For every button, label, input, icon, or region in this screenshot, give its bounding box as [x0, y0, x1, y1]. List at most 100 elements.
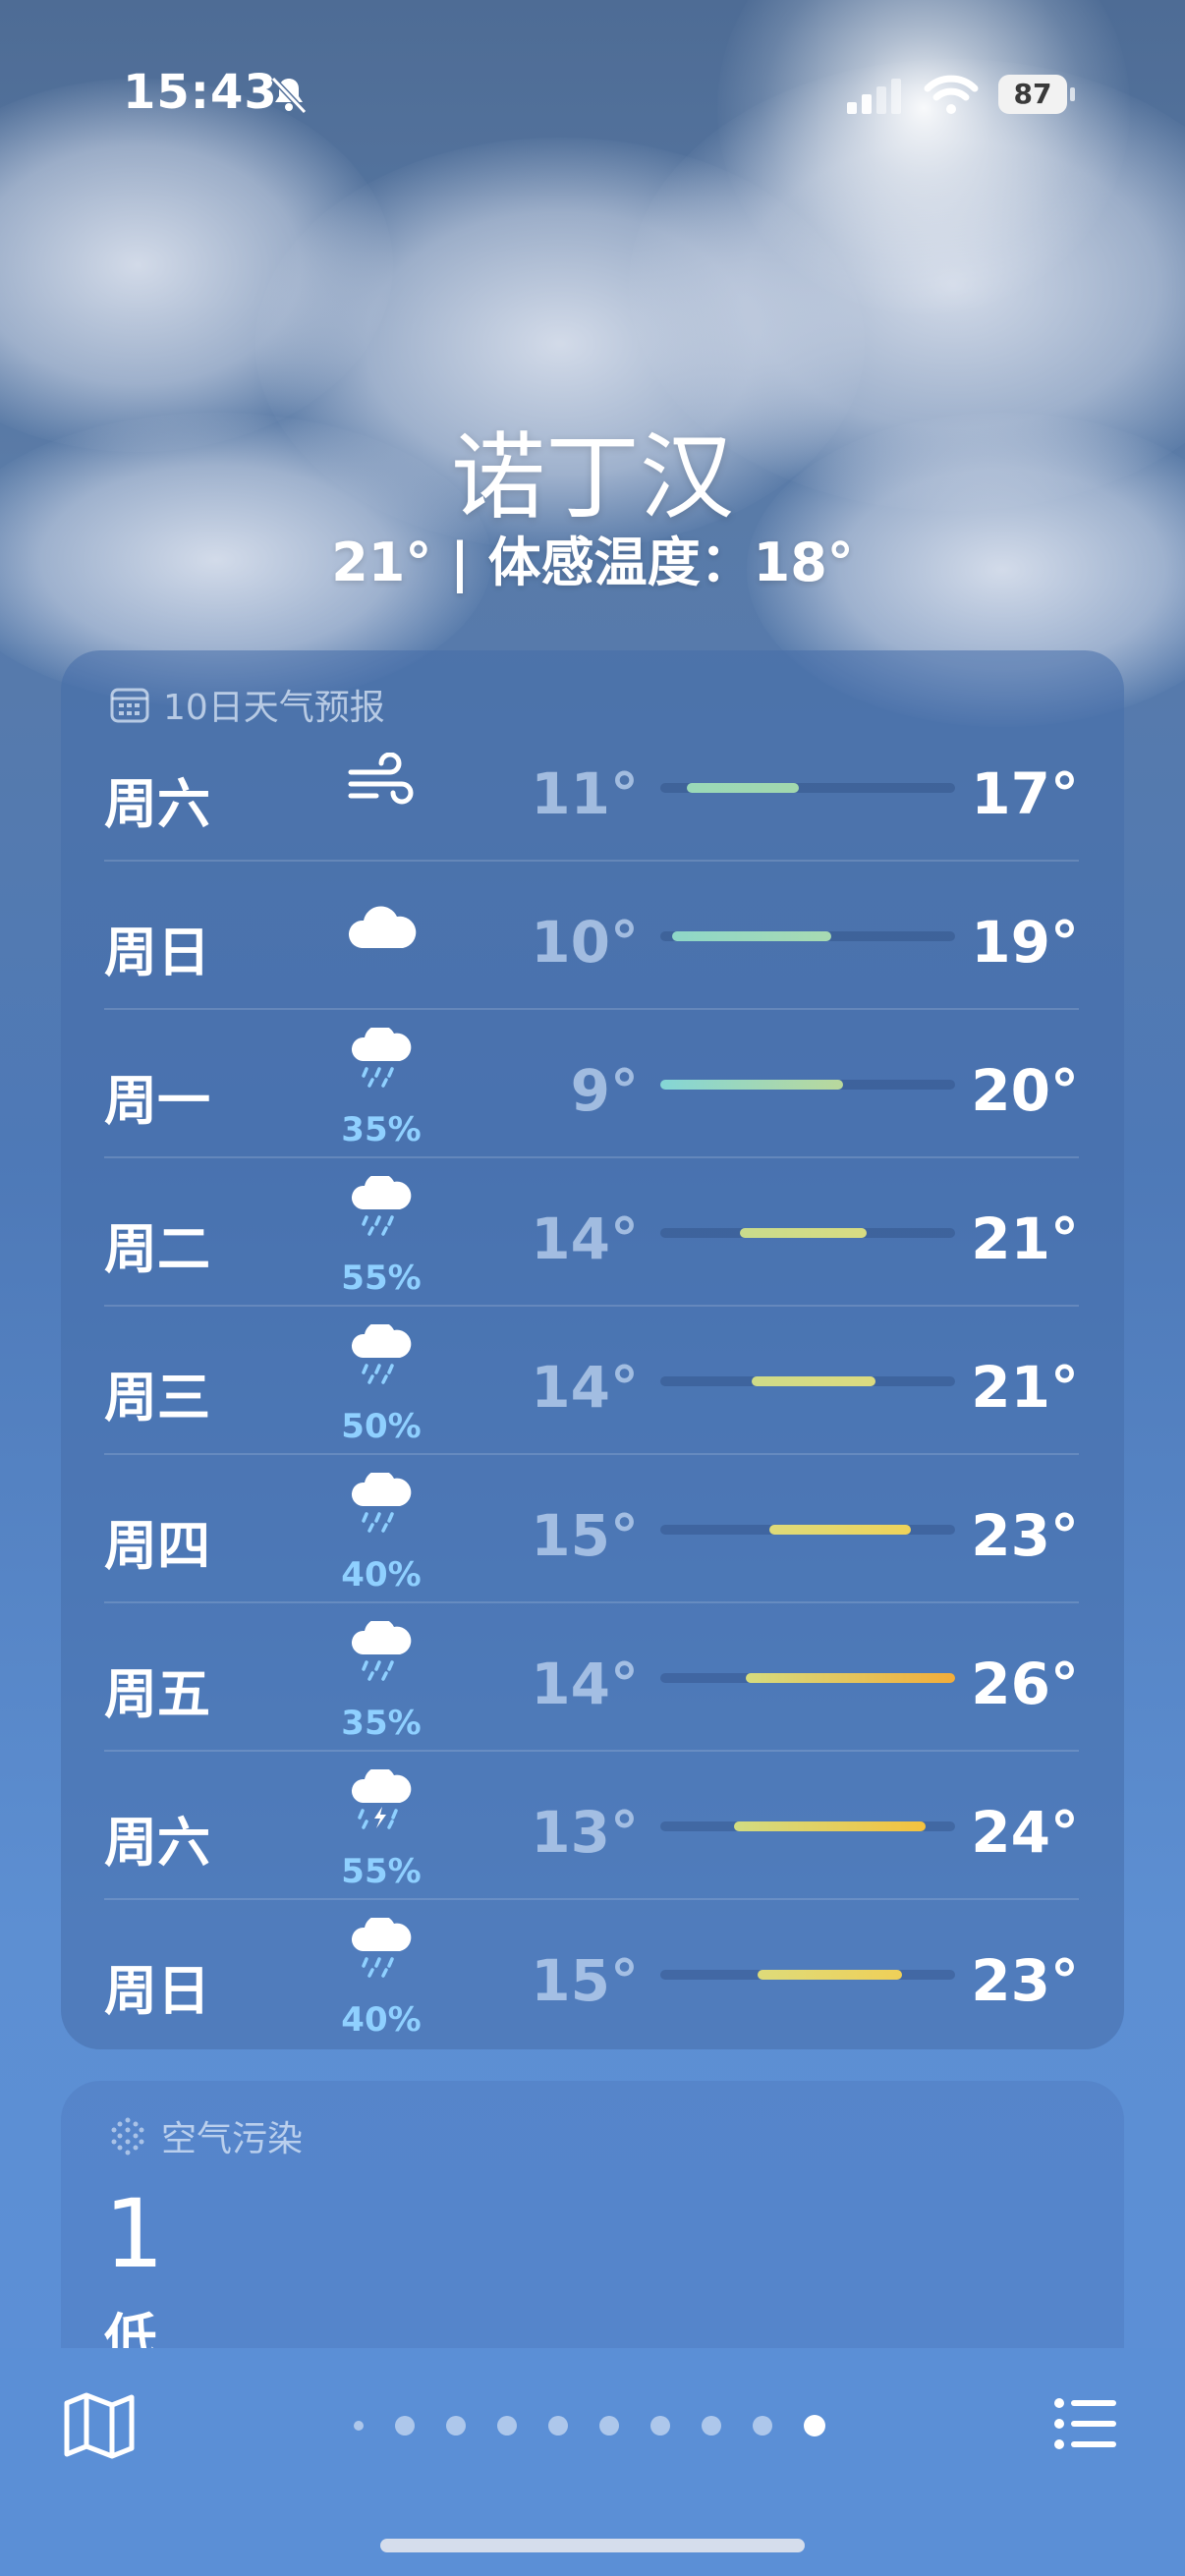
cloud-icon [332, 901, 430, 956]
temp-range-track [660, 783, 955, 793]
forecast-row[interactable]: 周日 10° 19° [104, 862, 1079, 1010]
precipitation-chance: 35% [341, 1110, 422, 1149]
low-temp: 13° [531, 1799, 639, 1866]
high-temp: 26° [971, 1651, 1079, 1717]
weather-icon-wind-icon [332, 753, 430, 870]
temp-range-bar [734, 1821, 926, 1831]
high-temp: 17° [971, 760, 1079, 827]
forecast-row[interactable]: 周三 50% 14° 21° [104, 1307, 1079, 1455]
forecast-day: 周五 [104, 1663, 210, 1725]
forecast-day: 周日 [104, 922, 210, 983]
high-temp: 19° [971, 909, 1079, 976]
current-conditions: 21° | 体感温度：18° [331, 532, 854, 593]
wifi-icon [924, 75, 979, 114]
forecast-row[interactable]: 周日 40% 15° 23° [104, 1900, 1079, 2048]
forecast-day: 周六 [104, 1812, 210, 1874]
low-temp: 14° [531, 1205, 639, 1272]
home-indicator[interactable] [380, 2539, 805, 2552]
temp-range-bar [672, 931, 831, 941]
page-dot[interactable] [753, 2416, 772, 2436]
page-dot[interactable] [702, 2416, 721, 2436]
low-temp: 9° [570, 1057, 639, 1124]
precipitation-chance: 40% [341, 2000, 422, 2040]
forecast-day: 周三 [104, 1367, 210, 1428]
cloud-drizzle-icon [332, 1473, 430, 1534]
temp-range-bar [746, 1673, 955, 1683]
weather-icon-cloud-drizzle-icon: 50% [332, 1324, 430, 1446]
low-temp: 11° [531, 760, 639, 827]
low-temp: 10° [531, 909, 639, 976]
temp-range-track [660, 1080, 955, 1090]
forecast-row[interactable]: 周五 35% 14° 26° [104, 1603, 1079, 1752]
temp-range-bar [660, 1080, 843, 1090]
page-dot[interactable] [548, 2416, 568, 2436]
wind-icon [332, 753, 430, 812]
cloud-drizzle-icon [332, 1176, 430, 1237]
page-indicator[interactable] [344, 2409, 855, 2438]
forecast-row[interactable]: 周二 55% 14° 21° [104, 1158, 1079, 1307]
forecast-row[interactable]: 周六 11° 17° [104, 713, 1079, 862]
temp-range-track [660, 1821, 955, 1831]
forecast-row[interactable]: 周一 35% 9° 20° [104, 1010, 1079, 1158]
temp-range-track [660, 1376, 955, 1386]
temp-range-track [660, 931, 955, 941]
battery-icon: 87 [998, 75, 1077, 114]
forecast-day: 周六 [104, 773, 210, 835]
weather-icon-cloud-bolt-rain-icon: 55% [332, 1769, 430, 1891]
temp-range-bar [752, 1376, 875, 1386]
map-icon[interactable] [61, 2387, 138, 2464]
precipitation-chance: 35% [341, 1704, 422, 1743]
forecast-day: 周四 [104, 1515, 210, 1577]
high-temp: 24° [971, 1799, 1079, 1866]
air-quality-title: 空气污染 [161, 2119, 304, 2159]
temp-range-track [660, 1228, 955, 1238]
page-dot[interactable] [395, 2416, 415, 2436]
weather-icon-cloud-drizzle-icon: 40% [332, 1918, 430, 2040]
high-temp: 20° [971, 1057, 1079, 1124]
aqi-value: 1 [104, 2179, 165, 2289]
cloud-bolt-rain-icon [332, 1769, 430, 1830]
cloud-drizzle-icon [332, 1918, 430, 1979]
status-time: 15:43 [123, 65, 278, 120]
page-dot[interactable] [650, 2416, 670, 2436]
temp-range-track [660, 1673, 955, 1683]
status-bar: 15:43 87 [0, 59, 1185, 128]
ten-day-forecast-card[interactable]: 10日天气预报 周六 11° 17° 周日 10° 19° 周一 35% 9° 20° 周二 55% 1… [61, 650, 1124, 2049]
page-dot[interactable] [497, 2416, 517, 2436]
battery-level: 87 [998, 75, 1067, 114]
bell-slash-icon [270, 76, 308, 115]
low-temp: 15° [531, 1502, 639, 1569]
temp-range-bar [758, 1970, 902, 1980]
high-temp: 23° [971, 1502, 1079, 1569]
page-dot[interactable] [599, 2416, 619, 2436]
high-temp: 23° [971, 1947, 1079, 2014]
weather-icon-cloud-icon [332, 901, 430, 1019]
air-quality-header: 空气污染 [108, 2110, 303, 2161]
temp-range-bar [769, 1525, 911, 1535]
precipitation-chance: 50% [341, 1407, 422, 1446]
forecast-row[interactable]: 周四 40% 15° 23° [104, 1455, 1079, 1603]
precipitation-chance: 55% [341, 1852, 422, 1891]
air-quality-icon [111, 2117, 144, 2156]
forecast-row[interactable]: 周六 55% 13° 24° [104, 1752, 1079, 1900]
cloud-drizzle-icon [332, 1324, 430, 1385]
page-dot[interactable] [446, 2416, 466, 2436]
precipitation-chance: 55% [341, 1259, 422, 1298]
weather-icon-cloud-drizzle-icon: 55% [332, 1176, 430, 1298]
weather-icon-cloud-drizzle-icon: 35% [332, 1621, 430, 1743]
weather-icon-cloud-drizzle-icon: 35% [332, 1028, 430, 1149]
cloud-drizzle-icon [332, 1621, 430, 1682]
forecast-day: 周日 [104, 1960, 210, 2022]
temp-range-bar [740, 1228, 867, 1238]
low-temp: 14° [531, 1354, 639, 1421]
high-temp: 21° [971, 1205, 1079, 1272]
location-arrow-dot[interactable] [354, 2421, 364, 2431]
temp-range-track [660, 1970, 955, 1980]
city-name: 诺丁汉 [451, 422, 734, 532]
list-icon[interactable] [1051, 2389, 1120, 2458]
page-dot[interactable] [804, 2415, 825, 2436]
temp-range-track [660, 1525, 955, 1535]
forecast-day: 周二 [104, 1218, 210, 1280]
precipitation-chance: 40% [341, 1555, 422, 1595]
weather-icon-cloud-drizzle-icon: 40% [332, 1473, 430, 1595]
